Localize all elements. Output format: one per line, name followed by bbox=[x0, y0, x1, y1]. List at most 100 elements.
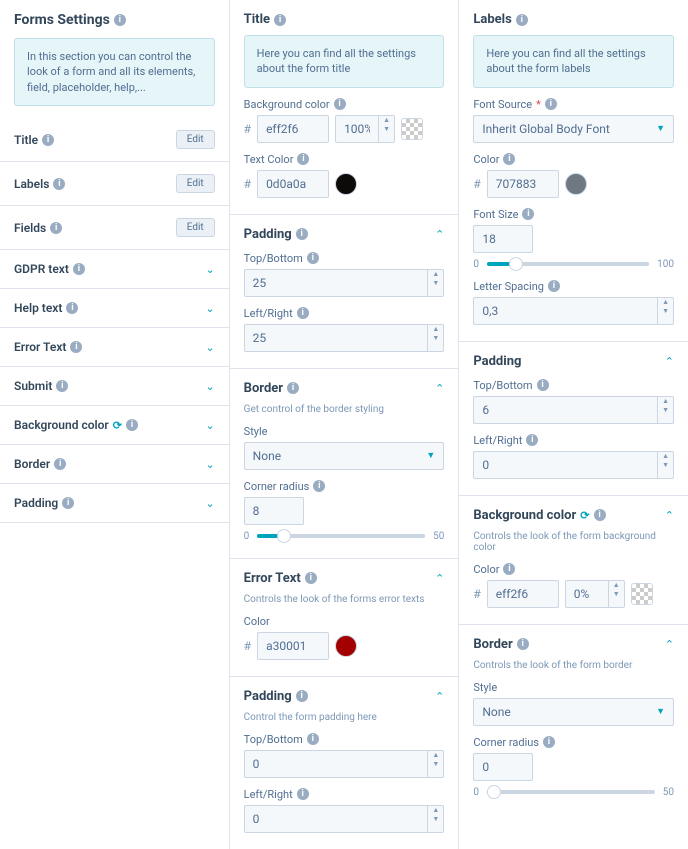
info-icon[interactable]: i bbox=[56, 380, 68, 392]
info-icon[interactable]: i bbox=[537, 379, 549, 391]
info-icon[interactable]: i bbox=[297, 153, 309, 165]
chevron-up-icon[interactable]: ⌃ bbox=[665, 509, 674, 522]
info-icon[interactable]: i bbox=[503, 153, 515, 165]
radius-slider[interactable] bbox=[487, 790, 655, 794]
color-swatch[interactable] bbox=[631, 583, 653, 605]
color-swatch[interactable] bbox=[565, 173, 587, 195]
font-size-input[interactable] bbox=[473, 225, 533, 253]
left-row[interactable]: GDPR text i⌄ bbox=[0, 250, 229, 289]
info-icon[interactable]: i bbox=[305, 572, 317, 584]
info-icon[interactable]: i bbox=[42, 134, 54, 146]
left-row[interactable]: Fields iEdit bbox=[0, 206, 229, 250]
info-icon[interactable]: i bbox=[296, 228, 308, 240]
edit-button[interactable]: Edit bbox=[176, 218, 215, 237]
label-color-input[interactable] bbox=[487, 170, 559, 198]
info-icon[interactable]: i bbox=[548, 280, 560, 292]
info-icon[interactable]: i bbox=[307, 252, 319, 264]
left-row[interactable]: Help text i⌄ bbox=[0, 289, 229, 328]
color-swatch[interactable] bbox=[335, 173, 357, 195]
left-row[interactable]: Labels iEdit bbox=[0, 162, 229, 206]
info-icon[interactable]: i bbox=[522, 208, 534, 220]
chevron-up-icon[interactable]: ⌃ bbox=[435, 228, 444, 241]
info-icon[interactable]: i bbox=[53, 178, 65, 190]
step-up-icon[interactable]: ▲ bbox=[428, 270, 443, 279]
info-icon[interactable]: i bbox=[594, 509, 606, 521]
text-color-input[interactable] bbox=[257, 170, 329, 198]
left-row[interactable]: Submit i⌄ bbox=[0, 367, 229, 406]
error-color-input[interactable] bbox=[257, 632, 329, 660]
letter-spacing-stepper[interactable]: ▲▼ bbox=[473, 297, 674, 325]
radius-input[interactable] bbox=[244, 497, 304, 525]
left-row[interactable]: Error Text i⌄ bbox=[0, 328, 229, 367]
opacity-stepper[interactable]: ▲▼ bbox=[565, 580, 625, 608]
info-icon[interactable]: i bbox=[54, 458, 66, 470]
color-swatch[interactable] bbox=[335, 635, 357, 657]
left-row[interactable]: Padding i⌄ bbox=[0, 484, 229, 523]
info-icon[interactable]: i bbox=[334, 98, 346, 110]
info-icon[interactable]: i bbox=[66, 302, 78, 314]
step-down-icon[interactable]: ▼ bbox=[609, 590, 624, 599]
info-icon[interactable]: i bbox=[543, 736, 555, 748]
info-icon[interactable]: i bbox=[287, 382, 299, 394]
chevron-up-icon[interactable]: ⌃ bbox=[435, 690, 444, 703]
step-up-icon[interactable]: ▲ bbox=[609, 581, 624, 590]
edit-button[interactable]: Edit bbox=[176, 174, 215, 193]
step-up-icon[interactable]: ▲ bbox=[428, 806, 443, 815]
color-swatch[interactable] bbox=[401, 118, 423, 140]
info-icon[interactable]: i bbox=[526, 434, 538, 446]
step-up-icon[interactable]: ▲ bbox=[428, 751, 443, 760]
radius-slider[interactable] bbox=[257, 534, 425, 538]
info-icon[interactable]: i bbox=[274, 14, 286, 26]
step-down-icon[interactable]: ▼ bbox=[658, 461, 673, 470]
info-icon[interactable]: i bbox=[313, 480, 325, 492]
info-icon[interactable]: i bbox=[297, 788, 309, 800]
info-icon[interactable]: i bbox=[126, 419, 138, 431]
step-down-icon[interactable]: ▼ bbox=[379, 125, 394, 134]
step-up-icon[interactable]: ▲ bbox=[379, 116, 394, 125]
tb-stepper[interactable]: ▲▼ bbox=[244, 750, 445, 778]
info-icon[interactable]: i bbox=[50, 222, 62, 234]
edit-button[interactable]: Edit bbox=[176, 130, 215, 149]
chevron-up-icon[interactable]: ⌃ bbox=[435, 382, 444, 395]
left-row[interactable]: Background color ⟳ i⌄ bbox=[0, 406, 229, 445]
info-icon[interactable]: i bbox=[503, 563, 515, 575]
info-icon[interactable]: i bbox=[62, 497, 74, 509]
lr-stepper[interactable]: ▲▼ bbox=[244, 805, 445, 833]
info-icon[interactable]: i bbox=[545, 98, 557, 110]
info-icon[interactable]: i bbox=[307, 733, 319, 745]
step-down-icon[interactable]: ▼ bbox=[658, 307, 673, 316]
radius-input[interactable] bbox=[473, 753, 533, 781]
style-select[interactable]: None▼ bbox=[473, 698, 674, 726]
step-down-icon[interactable]: ▼ bbox=[428, 334, 443, 343]
info-icon[interactable]: i bbox=[516, 14, 528, 26]
chevron-up-icon[interactable]: ⌃ bbox=[665, 355, 674, 368]
step-up-icon[interactable]: ▲ bbox=[658, 298, 673, 307]
info-icon[interactable]: i bbox=[517, 638, 529, 650]
chevron-up-icon[interactable]: ⌃ bbox=[435, 572, 444, 585]
step-down-icon[interactable]: ▼ bbox=[658, 406, 673, 415]
lr-stepper[interactable]: ▲▼ bbox=[244, 324, 445, 352]
step-up-icon[interactable]: ▲ bbox=[428, 325, 443, 334]
chevron-up-icon[interactable]: ⌃ bbox=[665, 638, 674, 651]
tb-stepper[interactable]: ▲▼ bbox=[473, 396, 674, 424]
left-row[interactable]: Title iEdit bbox=[0, 118, 229, 162]
font-size-slider[interactable] bbox=[487, 262, 649, 266]
info-icon[interactable]: i bbox=[296, 690, 308, 702]
left-row[interactable]: Border i⌄ bbox=[0, 445, 229, 484]
info-icon[interactable]: i bbox=[73, 263, 85, 275]
font-source-select[interactable]: Inherit Global Body Font▼ bbox=[473, 115, 674, 143]
step-down-icon[interactable]: ▼ bbox=[428, 279, 443, 288]
bg-color-input[interactable] bbox=[257, 115, 329, 143]
info-icon[interactable]: i bbox=[70, 341, 82, 353]
lr-stepper[interactable]: ▲▼ bbox=[473, 451, 674, 479]
bg-color-input[interactable] bbox=[487, 580, 559, 608]
step-up-icon[interactable]: ▲ bbox=[658, 452, 673, 461]
tb-stepper[interactable]: ▲▼ bbox=[244, 269, 445, 297]
info-icon[interactable]: i bbox=[114, 14, 126, 26]
opacity-stepper[interactable]: ▲▼ bbox=[335, 115, 395, 143]
step-down-icon[interactable]: ▼ bbox=[428, 815, 443, 824]
step-down-icon[interactable]: ▼ bbox=[428, 760, 443, 769]
step-up-icon[interactable]: ▲ bbox=[658, 397, 673, 406]
info-icon[interactable]: i bbox=[297, 307, 309, 319]
style-select[interactable]: None▼ bbox=[244, 442, 445, 470]
